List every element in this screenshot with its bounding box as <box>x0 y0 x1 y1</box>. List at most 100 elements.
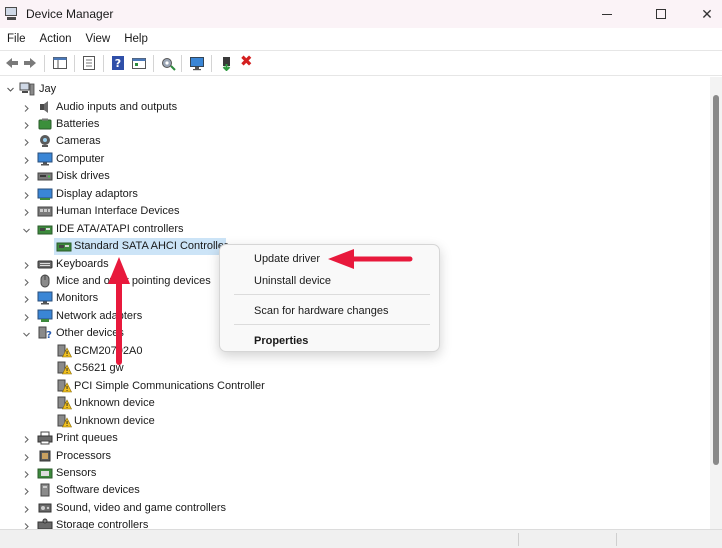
maximize-icon <box>656 9 666 19</box>
minimize-icon <box>602 13 612 15</box>
tree-category-item[interactable]: Audio inputs and outputs <box>0 99 440 116</box>
warning-device-icon <box>57 361 72 375</box>
tree-child-item[interactable]: C5621 gw <box>0 360 440 377</box>
printer-icon <box>37 431 53 445</box>
toolbar: ? ✖ <box>0 50 722 76</box>
tree-item-label: Processors <box>56 450 112 462</box>
warning-device-icon <box>57 396 72 410</box>
tree-item-label: Network adapters <box>56 310 143 322</box>
tree-root[interactable]: Jay <box>0 81 200 98</box>
tree-category-item[interactable]: Storage controllers <box>0 517 440 529</box>
tree-category-item[interactable]: Print queues <box>0 430 440 447</box>
hid-icon <box>37 206 53 217</box>
tree-category-item[interactable]: Batteries <box>0 116 440 133</box>
processor-icon <box>39 450 51 462</box>
storage-controller-icon <box>37 518 53 529</box>
software-device-icon <box>40 483 50 497</box>
tree-item-label: Standard SATA AHCI Controller <box>74 240 228 252</box>
uninstall-device-icon[interactable]: ✖ <box>240 53 256 70</box>
tree-item-label: IDE ATA/ATAPI controllers <box>56 223 184 235</box>
mouse-icon <box>40 274 50 288</box>
chevron-right-icon[interactable] <box>21 312 31 322</box>
ide-controller-icon <box>37 225 53 235</box>
chevron-right-icon[interactable] <box>21 486 31 496</box>
sensor-icon <box>37 468 53 479</box>
context-menu-uninstall-device[interactable]: Uninstall device <box>254 275 331 287</box>
tree-category-item[interactable]: Processors <box>0 448 440 465</box>
tree-child-item[interactable]: Unknown device <box>0 413 440 430</box>
chevron-down-icon[interactable] <box>21 225 31 235</box>
scrollbar-thumb[interactable] <box>713 95 719 465</box>
menu-action[interactable]: Action <box>33 28 79 50</box>
chevron-right-icon[interactable] <box>21 294 31 304</box>
monitor-icon <box>37 291 53 305</box>
camera-icon <box>40 135 50 147</box>
tree-item-label: Computer <box>56 153 105 165</box>
help-icon[interactable]: ? <box>110 55 126 71</box>
tree-item-label: C5621 gw <box>74 362 124 374</box>
device-manager-app-icon <box>4 6 20 22</box>
tree-category-item[interactable]: Cameras <box>0 133 440 150</box>
ide-controller-icon <box>56 242 72 252</box>
close-button[interactable]: ✕ <box>684 0 722 28</box>
chevron-right-icon[interactable] <box>21 155 31 165</box>
context-menu-separator <box>234 324 430 325</box>
scan-hardware-icon[interactable] <box>160 55 176 71</box>
chevron-right-icon[interactable] <box>21 504 31 514</box>
menu-view[interactable]: View <box>79 28 118 50</box>
tree-item-label: Audio inputs and outputs <box>56 101 178 113</box>
computer-root-icon <box>19 82 35 96</box>
chevron-right-icon[interactable] <box>21 452 31 462</box>
context-menu-update-driver[interactable]: Update driver <box>254 253 320 265</box>
chevron-right-icon[interactable] <box>21 469 31 479</box>
tree-category-item[interactable]: Software devices <box>0 482 440 499</box>
tree-item-label: Sound, video and game controllers <box>56 502 226 514</box>
chevron-right-icon[interactable] <box>21 120 31 130</box>
keyboard-icon <box>37 260 53 269</box>
chevron-right-icon[interactable] <box>21 277 31 287</box>
properties-icon[interactable] <box>81 55 97 71</box>
tree-item-label: Unknown device <box>74 397 155 409</box>
chevron-down-icon[interactable] <box>21 329 31 339</box>
show-hide-tree-icon[interactable] <box>52 55 68 71</box>
chevron-right-icon[interactable] <box>21 137 31 147</box>
context-menu-scan-hardware[interactable]: Scan for hardware changes <box>254 305 389 317</box>
context-menu-properties[interactable]: Properties <box>254 335 308 347</box>
tree-category-item[interactable]: Display adaptors <box>0 186 440 203</box>
tree-root-label: Jay <box>39 83 57 95</box>
menu-help[interactable]: Help <box>117 28 155 50</box>
svg-text:?: ? <box>46 330 52 340</box>
chevron-right-icon[interactable] <box>21 190 31 200</box>
forward-arrow-icon[interactable] <box>22 55 38 71</box>
chevron-right-icon[interactable] <box>21 260 31 270</box>
chevron-right-icon[interactable] <box>21 172 31 182</box>
tree-item-label: Monitors <box>56 292 99 304</box>
close-icon: ✕ <box>701 5 713 22</box>
context-menu: Update driver Uninstall device Scan for … <box>219 244 440 352</box>
enable-device-icon[interactable] <box>219 55 235 71</box>
tree-category-item[interactable]: Sound, video and game controllers <box>0 500 440 517</box>
tree-category-item[interactable]: Disk drives <box>0 168 440 185</box>
update-driver-icon[interactable] <box>131 55 147 71</box>
display-adapter-icon <box>37 188 53 200</box>
chevron-right-icon[interactable] <box>21 434 31 444</box>
minimize-button[interactable] <box>584 0 630 28</box>
tree-item-label: Batteries <box>56 118 100 130</box>
back-arrow-icon[interactable] <box>4 55 20 71</box>
tree-item-label: Sensors <box>56 467 97 479</box>
tree-child-item[interactable]: Unknown device <box>0 395 440 412</box>
tree-category-item[interactable]: Computer <box>0 151 440 168</box>
maximize-button[interactable] <box>638 0 684 28</box>
chevron-down-icon[interactable] <box>5 84 15 94</box>
chevron-right-icon[interactable] <box>21 521 31 529</box>
chevron-right-icon[interactable] <box>21 103 31 113</box>
tree-category-item[interactable]: Human Interface Devices <box>0 203 440 220</box>
vertical-scrollbar[interactable] <box>710 77 722 529</box>
tree-child-item[interactable]: PCI Simple Communications Controller <box>0 378 440 395</box>
tree-category-item[interactable]: IDE ATA/ATAPI controllers <box>0 221 440 238</box>
chevron-right-icon[interactable] <box>21 207 31 217</box>
monitor-icon[interactable] <box>189 55 205 71</box>
tree-category-item[interactable]: Sensors <box>0 465 440 482</box>
menu-file[interactable]: File <box>0 28 33 50</box>
svg-text:?: ? <box>115 57 121 70</box>
